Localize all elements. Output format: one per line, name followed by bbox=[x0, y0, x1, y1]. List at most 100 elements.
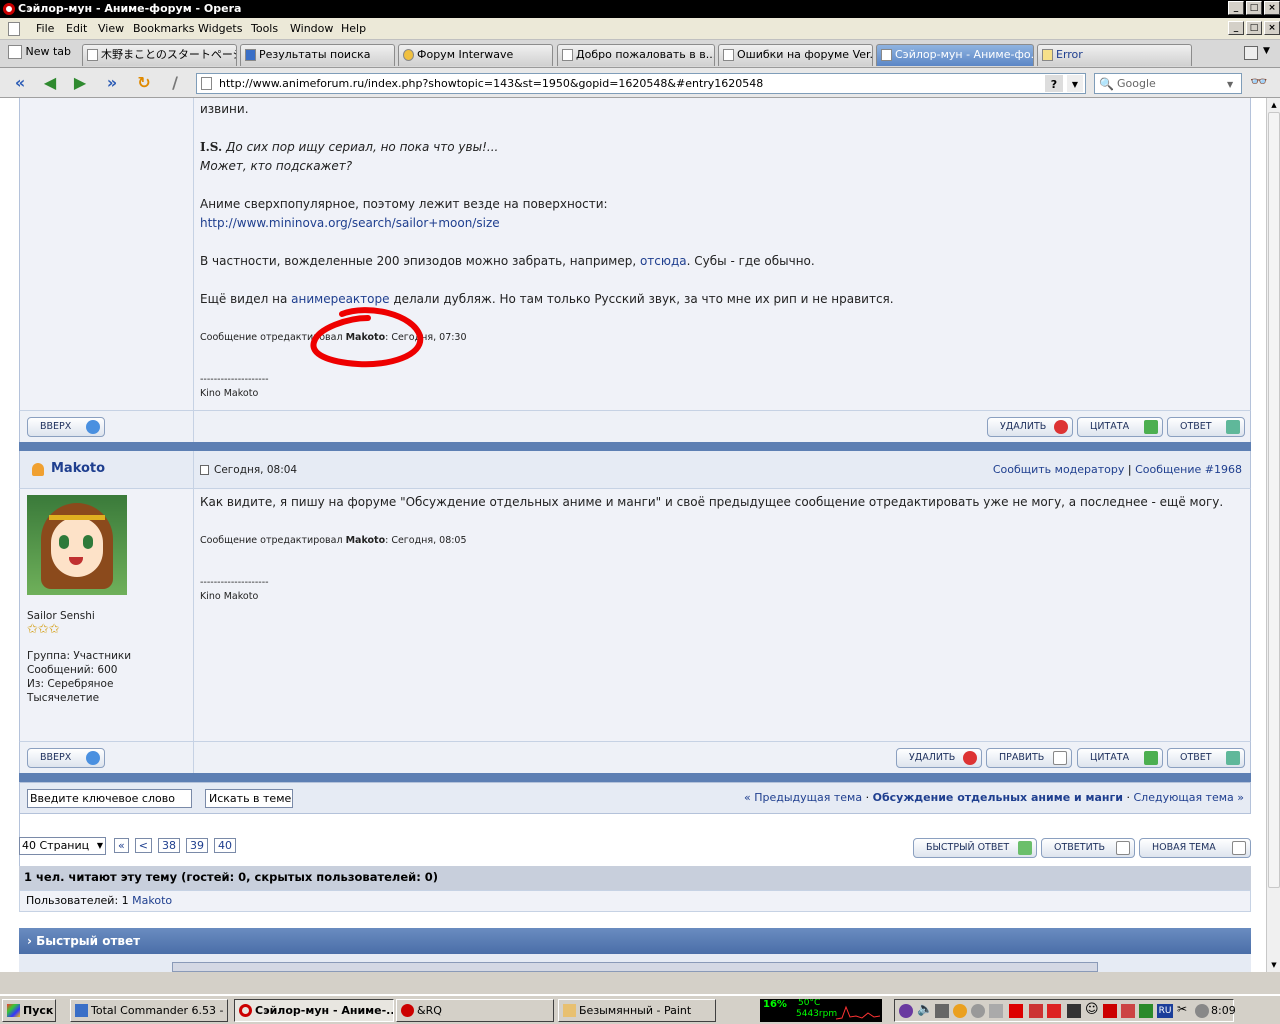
taskbar-opera[interactable]: Сэйлор-мун - Аниме-... bbox=[234, 999, 394, 1022]
tab-4[interactable]: Добро пожаловать в в... bbox=[557, 44, 715, 66]
warning-icon[interactable] bbox=[1103, 1004, 1117, 1018]
readers-list: Пользователей: 1 Makoto bbox=[19, 890, 1251, 912]
menu-window[interactable]: Window bbox=[290, 22, 333, 35]
menu-file[interactable]: File bbox=[36, 22, 54, 35]
reload-icon[interactable]: ↻ bbox=[134, 73, 154, 93]
quote-button[interactable]: ЦИТАТА bbox=[1077, 748, 1163, 768]
author-name[interactable]: Makoto bbox=[51, 461, 105, 476]
edit-icon[interactable]: / bbox=[165, 73, 185, 93]
mininova-link[interactable]: http://www.mininova.org/search/sailor+mo… bbox=[200, 216, 500, 230]
tray-app-icon[interactable] bbox=[1029, 1004, 1043, 1018]
menu-view[interactable]: View bbox=[98, 22, 124, 35]
quick-reply-header[interactable]: › Быстрый ответ bbox=[19, 928, 1251, 954]
tray-app-icon[interactable] bbox=[1195, 1004, 1209, 1018]
tab-menu-icon[interactable]: ▼ bbox=[1263, 46, 1270, 56]
quote-button[interactable]: ЦИТАТА bbox=[1077, 417, 1163, 437]
help-icon[interactable]: ? bbox=[1045, 75, 1063, 92]
tray-app-icon[interactable] bbox=[1121, 1004, 1135, 1018]
keyword-search-input[interactable]: Введите ключевое слово bbox=[27, 789, 192, 808]
close-button[interactable]: × bbox=[1264, 1, 1280, 15]
menu-tools[interactable]: Tools bbox=[251, 22, 278, 35]
pages-select[interactable]: 40 Страниц ▼ bbox=[19, 837, 106, 855]
label: Пуск bbox=[23, 1004, 54, 1017]
page-38[interactable]: 38 bbox=[157, 838, 180, 853]
maximize-button[interactable]: □ bbox=[1246, 1, 1262, 15]
volume-icon[interactable]: 🔈 bbox=[917, 1002, 933, 1017]
network-icon[interactable] bbox=[935, 1004, 949, 1018]
taskbar-paint[interactable]: Безымянный - Paint bbox=[558, 999, 716, 1022]
smiley-icon[interactable]: ☺ bbox=[1085, 1002, 1099, 1017]
tab-2[interactable]: Результаты поиска bbox=[240, 44, 395, 66]
tab-7[interactable]: Error bbox=[1037, 44, 1192, 66]
page-39[interactable]: 39 bbox=[185, 838, 208, 853]
menu-help[interactable]: Help bbox=[341, 22, 366, 35]
reply-button[interactable]: ОТВЕТ bbox=[1167, 417, 1245, 437]
tray-app-icon[interactable] bbox=[989, 1004, 1003, 1018]
up-button[interactable]: ВВЕРХ bbox=[27, 748, 105, 768]
taskbar-rq[interactable]: &RQ bbox=[396, 999, 554, 1022]
tray-app-icon[interactable] bbox=[953, 1004, 967, 1018]
new-tab-button[interactable]: New tab bbox=[8, 45, 71, 59]
page-first[interactable]: « bbox=[114, 838, 129, 853]
search-results-icon bbox=[245, 49, 256, 61]
label: ОТВЕТ bbox=[1180, 752, 1212, 763]
menu-widgets[interactable]: Widgets bbox=[198, 22, 242, 35]
tray-app-icon[interactable] bbox=[1067, 1004, 1081, 1018]
scroll-thumb[interactable] bbox=[1268, 112, 1280, 888]
shield-icon[interactable] bbox=[1139, 1004, 1153, 1018]
rewind-icon[interactable]: « bbox=[10, 73, 30, 93]
scroll-down-icon[interactable]: ▼ bbox=[1268, 958, 1280, 972]
taskbar-total-commander[interactable]: Total Commander 6.53 - ... bbox=[70, 999, 228, 1022]
new-tab-label: New tab bbox=[25, 45, 72, 58]
address-field[interactable]: http://www.animeforum.ru/index.php?showt… bbox=[196, 73, 1086, 94]
reply-button[interactable]: ОТВЕТ bbox=[1167, 748, 1245, 768]
doc-minimize-button[interactable]: _ bbox=[1228, 21, 1244, 35]
menu-edit[interactable]: Edit bbox=[66, 22, 87, 35]
prev-topic-link[interactable]: « Предыдущая тема bbox=[744, 791, 862, 804]
up-button[interactable]: ВВЕРХ bbox=[27, 417, 105, 437]
scroll-up-icon[interactable]: ▲ bbox=[1268, 98, 1280, 112]
reply-topic-button[interactable]: ОТВЕТИТЬ bbox=[1041, 838, 1135, 858]
tab-5[interactable]: Ошибки на форуме Ver... bbox=[718, 44, 873, 66]
tools-icon[interactable]: ✂ bbox=[1177, 1002, 1187, 1016]
expand-icon: › bbox=[27, 934, 32, 948]
language-indicator[interactable]: RU bbox=[1157, 1004, 1173, 1018]
otsyuda-link[interactable]: отсюда bbox=[640, 254, 687, 268]
report-link[interactable]: Сообщить модератору bbox=[993, 463, 1125, 476]
minimize-button[interactable]: _ bbox=[1228, 1, 1244, 15]
binoculars-icon[interactable]: 👓 bbox=[1250, 74, 1267, 90]
cpu-graph bbox=[836, 1005, 880, 1020]
message-number-link[interactable]: Сообщение #1968 bbox=[1135, 463, 1242, 476]
page-prev[interactable]: < bbox=[134, 838, 152, 853]
search-in-topic-button[interactable]: Искать в теме bbox=[205, 789, 293, 808]
tab-6-active[interactable]: Сэйлор-мун - Аниме-фо... bbox=[876, 44, 1034, 66]
fast-forward-icon[interactable]: » bbox=[102, 73, 122, 93]
tab-3[interactable]: Форум Interwave bbox=[398, 44, 553, 66]
reader-user-link[interactable]: Makoto bbox=[132, 894, 172, 907]
doc-close-button[interactable]: × bbox=[1264, 21, 1280, 35]
tab-1[interactable]: 木野まことのスタートページ bbox=[82, 44, 237, 66]
dropdown-icon[interactable]: ▼ bbox=[1067, 75, 1083, 92]
vertical-scrollbar[interactable]: ▲ ▼ bbox=[1266, 98, 1280, 972]
search-field[interactable]: 🔍 Google ▼ bbox=[1094, 73, 1242, 94]
doc-restore-button[interactable]: □ bbox=[1246, 21, 1262, 35]
tray-app-icon[interactable] bbox=[1009, 1004, 1023, 1018]
delete-button[interactable]: УДАЛИТЬ bbox=[987, 417, 1073, 437]
next-topic-link[interactable]: Следующая тема » bbox=[1133, 791, 1244, 804]
quick-reply-button[interactable]: БЫСТРЫЙ ОТВЕТ bbox=[913, 838, 1037, 858]
tray-app-icon[interactable] bbox=[899, 1004, 913, 1018]
new-topic-button[interactable]: НОВАЯ ТЕМА bbox=[1139, 838, 1251, 858]
trash-icon[interactable] bbox=[1244, 46, 1258, 60]
back-icon[interactable]: ◀ bbox=[40, 73, 60, 93]
page-40-current[interactable]: 40 bbox=[213, 838, 236, 853]
start-button[interactable]: Пуск bbox=[2, 999, 56, 1022]
search-icon: 🔍 bbox=[1099, 77, 1114, 91]
mail-icon[interactable] bbox=[1047, 1004, 1061, 1018]
edit-button[interactable]: ПРАВИТЬ bbox=[986, 748, 1072, 768]
delete-button[interactable]: УДАЛИТЬ bbox=[896, 748, 982, 768]
tray-app-icon[interactable] bbox=[971, 1004, 985, 1018]
forward-icon[interactable]: ▶ bbox=[70, 73, 90, 93]
forum-link[interactable]: Обсуждение отдельных аниме и манги bbox=[873, 791, 1123, 804]
menu-bookmarks[interactable]: Bookmarks bbox=[133, 22, 194, 35]
search-dropdown-icon[interactable]: ▼ bbox=[1227, 75, 1233, 94]
